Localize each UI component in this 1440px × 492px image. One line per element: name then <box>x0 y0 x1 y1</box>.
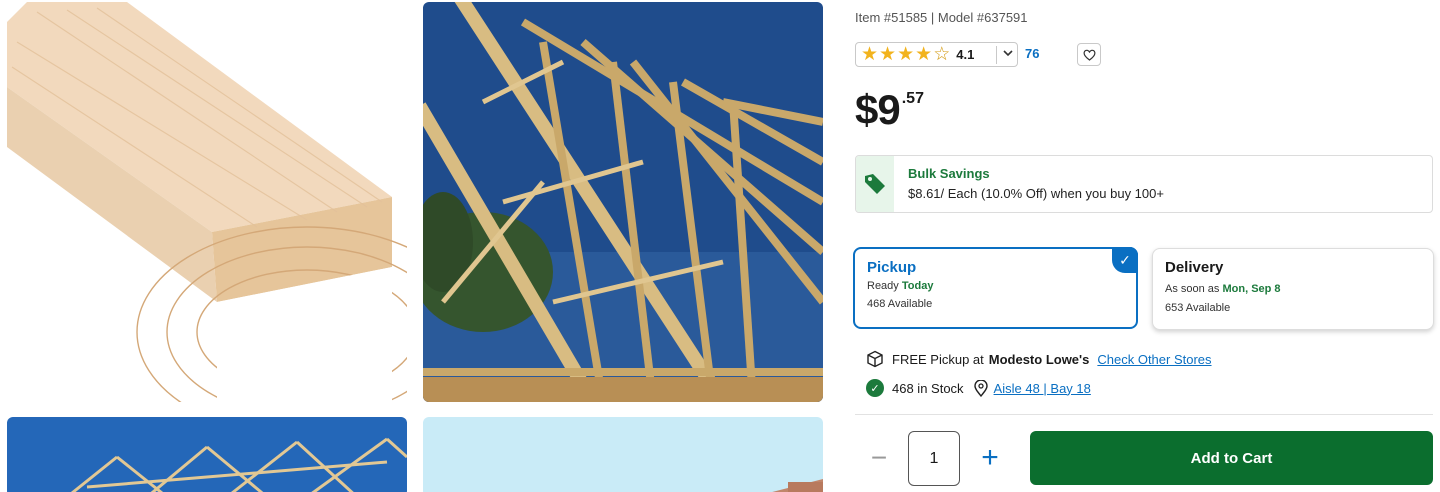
item-model-number: Item #51585 | Model #637591 <box>855 10 1028 25</box>
divider <box>855 414 1433 415</box>
store-name: Modesto Lowe's <box>988 351 1090 367</box>
price-dollars: $9 <box>855 86 901 133</box>
check-other-stores-link[interactable]: Check Other Stores <box>1097 352 1211 367</box>
rating-value: 4.1 <box>956 47 975 62</box>
pickup-option[interactable]: ✓ Pickup Ready Today 468 Available <box>853 247 1138 329</box>
aisle-bay-link[interactable]: Aisle 48 | Bay 18 <box>994 381 1091 396</box>
price: $9 .57 <box>855 86 924 134</box>
check-icon: ✓ <box>866 379 884 397</box>
tag-icon <box>856 156 894 212</box>
star-icon: ★ <box>879 44 897 65</box>
rating-summary[interactable]: ★ ★ ★ ★ ☆ 4.1 <box>855 42 1018 67</box>
heart-icon <box>1082 49 1096 61</box>
chevron-down-icon[interactable] <box>1002 47 1014 62</box>
star-icon: ★ <box>897 44 915 65</box>
in-stock-count: 468 in Stock <box>892 380 964 396</box>
bulk-savings-title: Bulk Savings <box>908 166 990 181</box>
free-pickup-line: FREE Pickup at Modesto Lowe's Check Othe… <box>866 350 1212 368</box>
map-pin-icon <box>973 379 988 397</box>
box-icon <box>867 350 883 368</box>
price-cents: .57 <box>901 90 924 107</box>
star-icon: ★ <box>861 44 879 65</box>
bulk-savings-text: $8.61/ Each (10.0% Off) when you buy 100… <box>908 186 1164 201</box>
delivery-option[interactable]: Delivery As soon as Mon, Sep 8 653 Avail… <box>1152 248 1434 330</box>
quantity-decrease-button[interactable]: − <box>864 444 894 472</box>
review-count-link[interactable]: 76 <box>1025 46 1039 61</box>
stock-line: ✓ 468 in Stock Aisle 48 | Bay 18 <box>866 379 1091 397</box>
favorite-button[interactable] <box>1077 43 1101 66</box>
delivery-eta: As soon as Mon, Sep 8 <box>1165 283 1281 295</box>
pickup-ready: Ready Today <box>867 280 934 292</box>
star-icon: ★ <box>915 44 933 65</box>
delivery-title: Delivery <box>1165 259 1224 276</box>
star-rating: ★ ★ ★ ★ ☆ <box>861 45 950 64</box>
product-page: Item #51585 | Model #637591 ★ ★ ★ ★ ☆ 4.… <box>0 0 1440 492</box>
star-outline-icon: ☆ <box>933 44 951 65</box>
delivery-available: 653 Available <box>1165 302 1231 314</box>
product-image-trusses-sky[interactable] <box>7 417 407 492</box>
product-image-lumber-stack[interactable] <box>423 417 823 492</box>
check-icon: ✓ <box>1112 247 1138 273</box>
bulk-savings-banner: Bulk Savings $8.61/ Each (10.0% Off) whe… <box>855 155 1433 213</box>
pickup-title: Pickup <box>867 259 917 276</box>
add-to-cart-button[interactable]: Add to Cart <box>1030 431 1433 485</box>
free-pickup-label: FREE Pickup at <box>892 351 984 367</box>
quantity-input[interactable]: 1 <box>908 431 960 486</box>
product-image-board[interactable] <box>7 2 407 402</box>
product-image-trusses[interactable] <box>423 2 823 402</box>
quantity-increase-button[interactable]: + <box>975 443 1005 473</box>
pickup-available: 468 Available <box>867 298 933 310</box>
divider <box>996 46 997 64</box>
